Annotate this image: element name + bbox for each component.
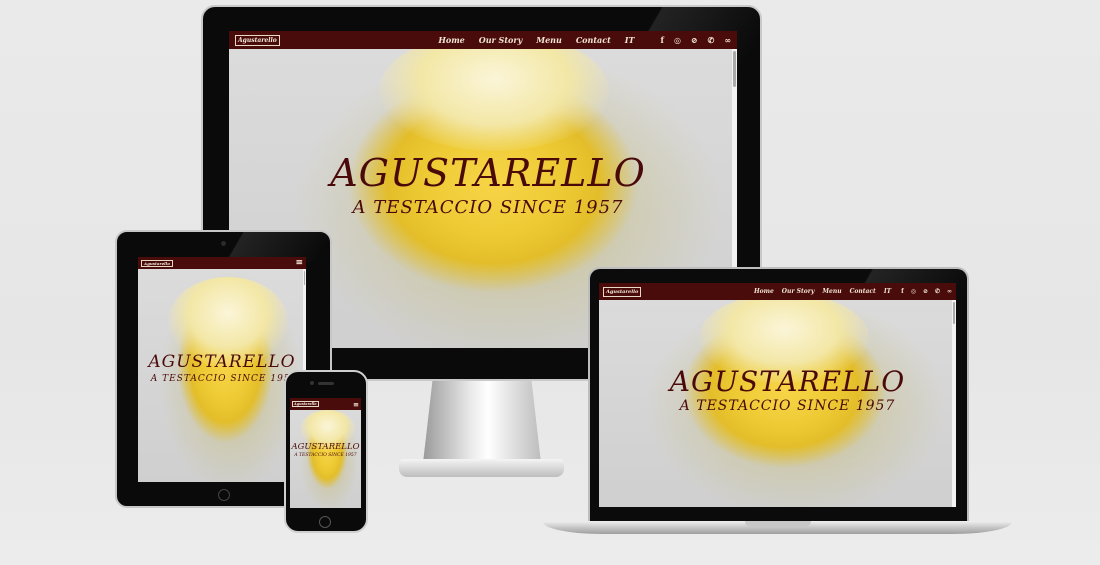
hero-subtitle: A TESTACCIO SINCE 1957	[352, 197, 624, 218]
instagram-icon[interactable]: ◎	[911, 288, 916, 295]
nav-home[interactable]: Home	[438, 35, 464, 45]
hero-subtitle: A TESTACCIO SINCE 1957	[150, 374, 298, 384]
phone-navbar: Agustarello ≡	[290, 398, 361, 410]
nav-contact[interactable]: Contact	[576, 35, 611, 45]
nav-links: Home Our Story Menu Contact IT	[438, 35, 634, 45]
phone-speaker	[318, 382, 334, 385]
nav-our-story[interactable]: Our Story	[479, 35, 522, 45]
tablet-home-button[interactable]	[218, 489, 230, 501]
phone-home-button[interactable]	[319, 516, 331, 528]
scrollbar[interactable]	[952, 300, 956, 507]
laptop-screen: Agustarello Home Our Story Menu Contact …	[599, 283, 956, 507]
hero-subtitle: A TESTACCIO SINCE 1957	[294, 453, 357, 458]
whatsapp-icon[interactable]: ✆	[935, 288, 940, 295]
tripadvisor-icon[interactable]: ⊘	[923, 288, 928, 295]
facebook-icon[interactable]: f	[901, 288, 904, 295]
laptop-navbar: Agustarello Home Our Story Menu Contact …	[599, 283, 956, 300]
hero-title: AGUSTARELLO	[291, 442, 360, 452]
nav-home[interactable]: Home	[754, 288, 774, 295]
social-icons: f ◎ ⊘ ✆ ∞	[901, 288, 952, 295]
thefork-icon[interactable]: ∞	[724, 35, 731, 45]
desktop-navbar: Agustarello Home Our Story Menu Contact …	[229, 31, 737, 49]
scroll-thumb[interactable]	[304, 271, 305, 285]
monitor-base	[399, 459, 564, 477]
facebook-icon[interactable]: f	[660, 35, 663, 45]
nav-links: Home Our Story Menu Contact IT	[754, 288, 891, 295]
nav-menu[interactable]: Menu	[536, 35, 562, 45]
nav-language[interactable]: IT	[884, 288, 891, 295]
tablet-navbar: Agustarello ≡	[138, 257, 306, 269]
tablet-screen: Agustarello ≡ AGUSTARELLO A TESTACCIO SI…	[138, 257, 306, 482]
brand-logo[interactable]: Agustarello	[603, 286, 642, 297]
nav-our-story[interactable]: Our Story	[782, 288, 815, 295]
hero-title: AGUSTARELLO	[669, 365, 906, 398]
phone-screen: Agustarello ≡ AGUSTARELLO A TESTACCIO SI…	[290, 398, 361, 508]
scroll-thumb[interactable]	[733, 51, 736, 87]
scroll-thumb[interactable]	[953, 302, 955, 324]
pasta-highlight	[379, 31, 609, 151]
nav-contact[interactable]: Contact	[850, 288, 876, 295]
hero-title: AGUSTARELLO	[148, 352, 296, 372]
hero-subtitle: A TESTACCIO SINCE 1957	[679, 398, 896, 414]
nav-language[interactable]: IT	[625, 35, 635, 45]
social-icons: f ◎ ⊘ ✆ ∞	[660, 35, 731, 45]
monitor-neck	[423, 381, 541, 463]
brand-logo[interactable]: Agustarello	[141, 259, 173, 267]
laptop-notch	[745, 521, 811, 527]
hero-title: AGUSTARELLO	[330, 151, 646, 195]
brand-logo[interactable]: Agustarello	[235, 34, 280, 46]
thefork-icon[interactable]: ∞	[947, 288, 952, 295]
instagram-icon[interactable]: ◎	[674, 35, 681, 45]
phone-camera	[310, 381, 314, 385]
brand-logo[interactable]: Agustarello	[292, 401, 319, 407]
whatsapp-icon[interactable]: ✆	[708, 35, 715, 45]
hamburger-menu-icon[interactable]: ≡	[353, 401, 359, 408]
tripadvisor-icon[interactable]: ⊘	[691, 35, 698, 45]
hamburger-menu-icon[interactable]: ≡	[295, 258, 303, 268]
nav-menu[interactable]: Menu	[822, 288, 841, 295]
